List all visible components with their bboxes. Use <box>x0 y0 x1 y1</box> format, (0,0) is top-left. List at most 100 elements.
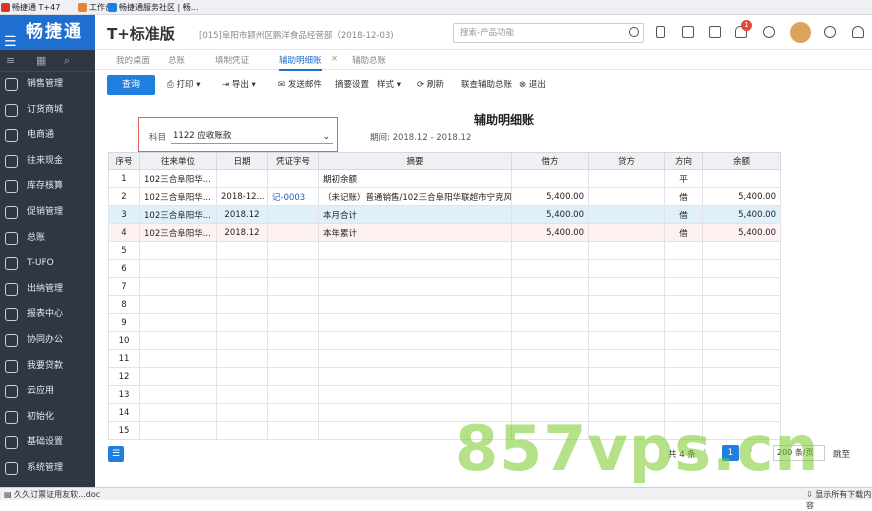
table-row[interactable]: 2 102三合阜阳华... 2018-12... 记-0003 （未记账）普通销售/10… <box>108 187 781 206</box>
table-cell <box>318 331 512 350</box>
table-row[interactable]: 5 <box>108 241 781 260</box>
table-cell <box>664 259 703 278</box>
table-row[interactable]: 7 <box>108 277 781 296</box>
table-cell <box>664 295 703 314</box>
message-icon[interactable] <box>709 26 721 38</box>
loan-icon <box>5 359 18 373</box>
style-button[interactable]: 样式 ▾ <box>377 78 401 90</box>
sidebar-item[interactable]: T-UFO <box>0 251 95 277</box>
table-row[interactable]: 9 <box>108 313 781 332</box>
table-row[interactable]: 12 <box>108 367 781 386</box>
query-button[interactable]: 查询 <box>107 75 155 95</box>
table-cell <box>702 331 781 350</box>
table-row[interactable]: 6 <box>108 259 781 278</box>
table-cell: 2018-12... <box>216 187 268 206</box>
table-cell <box>588 313 665 332</box>
browser-tab-tplus[interactable]: 畅捷通 T+47 <box>0 1 60 14</box>
column-header[interactable]: 借方 <box>511 152 589 170</box>
sidebar-item[interactable]: 促销管理 <box>0 200 95 226</box>
phone-icon[interactable] <box>763 26 775 38</box>
tab-voucher[interactable]: 填制凭证 <box>215 54 249 66</box>
subject-select[interactable]: 1122 应收账款 ⌄ <box>171 128 333 144</box>
export-button[interactable]: ⇥ 导出 ▾ <box>222 78 256 90</box>
search-input[interactable]: 搜索-产品功能 <box>453 23 644 43</box>
mobile-icon[interactable] <box>656 26 665 38</box>
avatar[interactable] <box>790 22 811 43</box>
watermark: 857vps.cn <box>455 412 820 485</box>
sidebar-item[interactable]: 订货商城 <box>0 98 95 124</box>
detail-table: 序号 往来单位 日期 凭证字号 摘要 借方 贷方 方向 余额 1 102三合阜阳华… <box>108 152 781 440</box>
table-cell: 5,400.00 <box>702 187 781 206</box>
ledger-icon <box>5 231 18 245</box>
sidebar-item[interactable]: 云应用 <box>0 379 95 405</box>
table-cell: 8 <box>108 295 140 314</box>
tab-aux-summary[interactable]: 辅助总账 <box>352 54 386 66</box>
search-icon[interactable]: ⌕ <box>64 54 70 68</box>
sidebar-item[interactable]: 销售管理 <box>0 72 95 98</box>
tab-close-icon[interactable]: × <box>331 54 338 64</box>
column-header[interactable]: 贷方 <box>588 152 665 170</box>
sidebar-item[interactable]: 初始化 <box>0 405 95 431</box>
sidebar-item[interactable]: 我要贷款 <box>0 354 95 380</box>
column-header[interactable]: 往来单位 <box>139 152 217 170</box>
table-cell <box>139 331 217 350</box>
table-cell[interactable]: 记-0003 <box>267 187 319 206</box>
table-cell <box>267 169 319 188</box>
table-cell <box>216 349 268 368</box>
show-all-downloads-link[interactable]: ⇩ 显示所有下载内容 <box>806 489 872 511</box>
summary-settings-button[interactable]: 摘要设置 <box>335 78 369 90</box>
tab-aux-detail[interactable]: 辅助明细账 <box>279 54 322 71</box>
table-cell <box>216 331 268 350</box>
table-cell <box>318 349 512 368</box>
table-row[interactable]: 11 <box>108 349 781 368</box>
refresh-button[interactable]: ⟳ 刷新 <box>417 78 444 90</box>
sidebar-item[interactable]: 基础设置 <box>0 430 95 456</box>
table-cell <box>588 187 665 206</box>
column-header[interactable]: 凭证字号 <box>267 152 319 170</box>
workbench-favicon-icon <box>78 3 87 12</box>
table-row[interactable]: 1 102三合阜阳华... 期初余额 平 <box>108 169 781 188</box>
table-cell <box>216 367 268 386</box>
column-header[interactable]: 方向 <box>664 152 703 170</box>
tab-ledger[interactable]: 总账 <box>168 54 185 66</box>
exit-button[interactable]: ⊗ 退出 <box>519 78 546 90</box>
sidebar-item[interactable]: 总账 <box>0 226 95 252</box>
table-cell: 借 <box>664 205 703 224</box>
list-icon[interactable]: ≡ <box>6 54 15 67</box>
browser-tab-strip: 畅捷通 T+47 工作台 畅捷通服务社区 | 畅... <box>0 0 872 15</box>
table-row[interactable]: 8 <box>108 295 781 314</box>
sidebar-item[interactable]: 出纳管理 <box>0 277 95 303</box>
table-row[interactable]: 3 102三合阜阳华... 2018.12 本月合计 5,400.00 借 5,400.00 <box>108 205 781 224</box>
sidebar-item[interactable]: 协同办公 <box>0 328 95 354</box>
sidebar-item[interactable]: 系统管理 <box>0 456 95 482</box>
link-aux-summary-button[interactable]: 联查辅助总账 <box>461 78 512 90</box>
column-header[interactable]: 序号 <box>108 152 140 170</box>
print-button[interactable]: ⎙ 打印 ▾ <box>167 78 201 90</box>
table-row[interactable]: 4 102三合阜阳华... 2018.12 本年累计 5,400.00 借 5,400.00 <box>108 223 781 242</box>
page-tabs: 我的桌面 总账 填制凭证 辅助明细账 × 辅助总账 <box>95 50 872 71</box>
sidebar-item[interactable]: 往来现金 <box>0 149 95 175</box>
sidebar-item[interactable]: 库存核算 <box>0 174 95 200</box>
help-icon[interactable] <box>824 26 836 38</box>
tasks-icon[interactable] <box>682 26 694 38</box>
table-cell <box>267 421 319 440</box>
system-icon <box>5 461 18 475</box>
user-icon[interactable] <box>852 26 864 38</box>
browser-tab-community[interactable]: 畅捷通服务社区 | 畅... <box>107 1 198 14</box>
column-header[interactable]: 余额 <box>702 152 781 170</box>
column-header[interactable]: 日期 <box>216 152 268 170</box>
notification-badge: 1 <box>741 20 752 31</box>
app-header: T+标准版 [015]阜阳市颍州区鹏洋食品经营部（2018-12-03) 搜索-… <box>95 15 872 50</box>
column-header[interactable]: 摘要 <box>318 152 512 170</box>
email-button[interactable]: ✉ 发送邮件 <box>278 78 322 90</box>
grid-icon[interactable]: ▦ <box>36 54 46 67</box>
search-icon[interactable] <box>629 27 639 37</box>
table-cell <box>267 403 319 422</box>
table-row[interactable]: 10 <box>108 331 781 350</box>
column-settings-icon[interactable]: ☰ <box>108 446 124 462</box>
sidebar-item[interactable]: 报表中心 <box>0 302 95 328</box>
table-row[interactable]: 13 <box>108 385 781 404</box>
tab-desktop[interactable]: 我的桌面 <box>116 54 150 66</box>
sidebar-item[interactable]: 电商通 <box>0 123 95 149</box>
download-item[interactable]: ▤ 久久订票证用友软...doc <box>4 489 100 500</box>
